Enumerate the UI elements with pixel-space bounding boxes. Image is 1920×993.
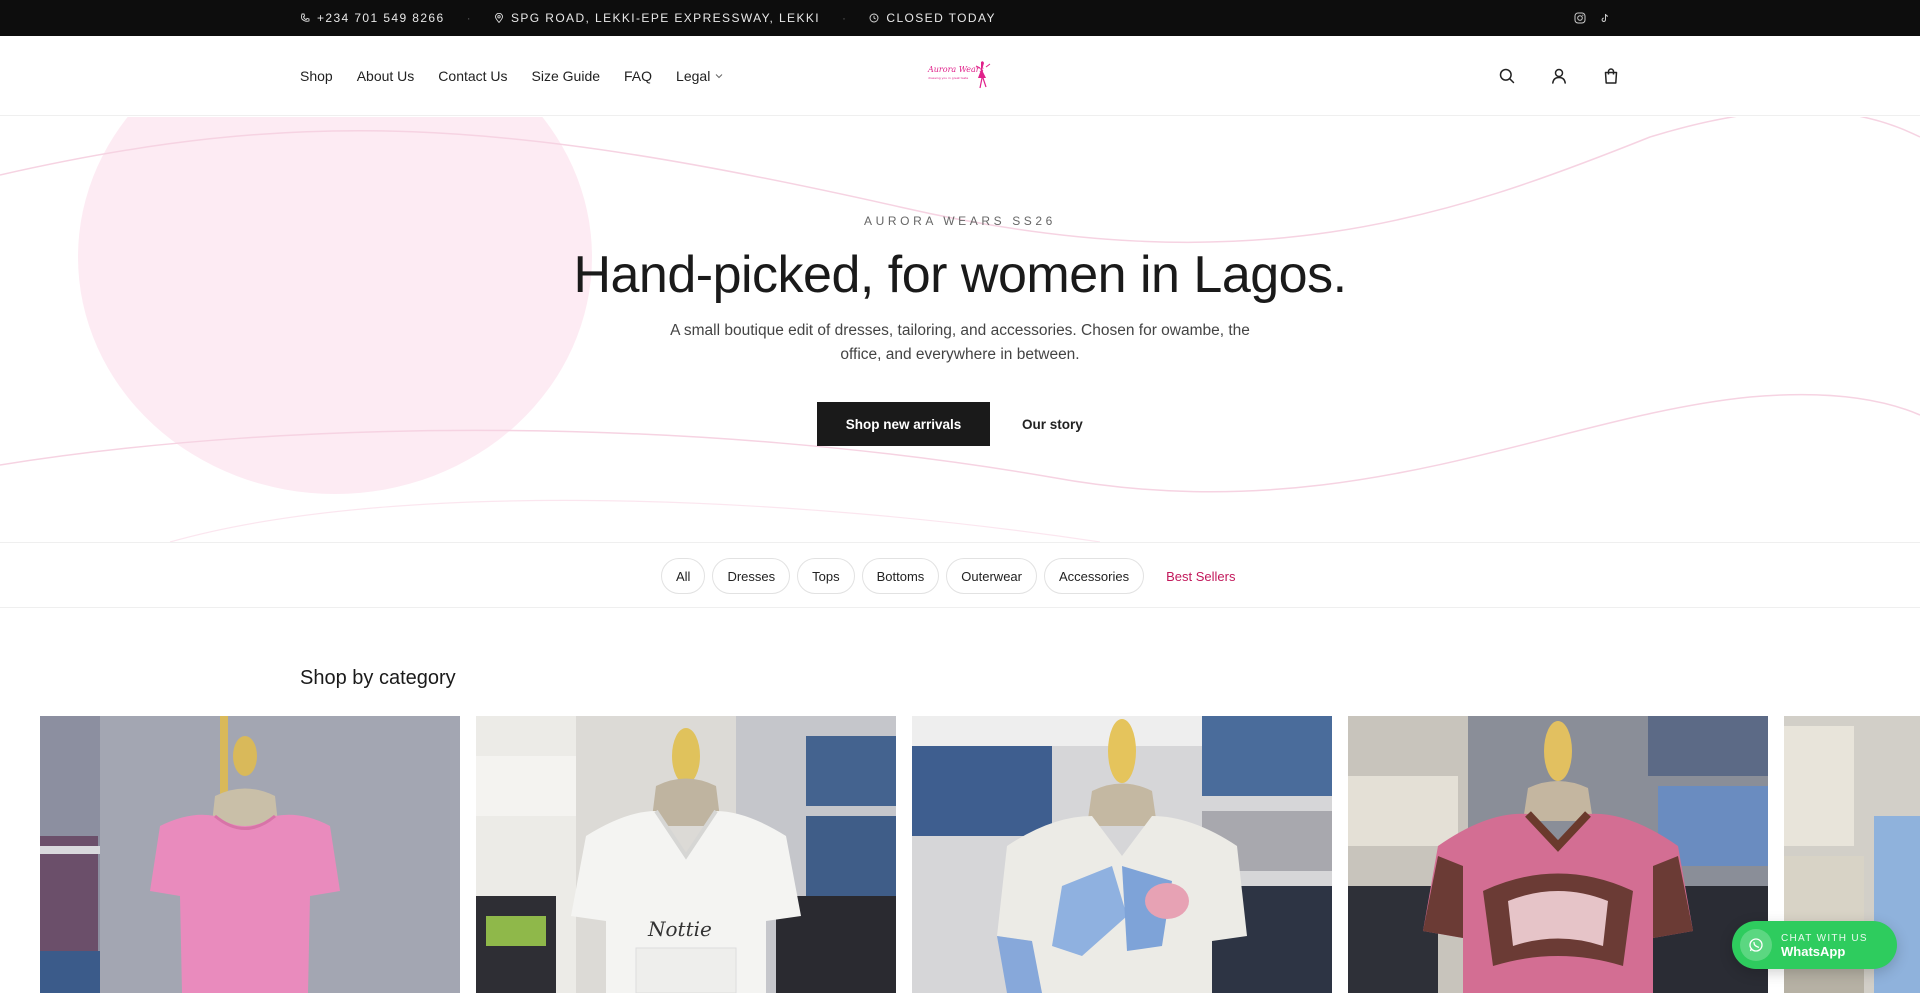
instagram-icon[interactable] [1574,12,1586,24]
clock-icon [869,13,879,23]
hours-info: CLOSED TODAY [869,11,996,25]
filter-outerwear[interactable]: Outerwear [946,558,1037,594]
filter-accessories[interactable]: Accessories [1044,558,1145,594]
nav-shop[interactable]: Shop [300,68,333,84]
filter-best-sellers[interactable]: Best Sellers [1151,558,1251,594]
store-hours: CLOSED TODAY [886,11,996,25]
filter-bottoms[interactable]: Bottoms [861,558,940,594]
logo-graphic: Aurora Wears dressing you in great taste [927,61,991,89]
nav-legal-label: Legal [676,68,711,84]
hero-section: AURORA WEARS SS26 Hand-picked, for women… [0,117,1920,542]
svg-text:dressing you in great taste: dressing you in great taste [928,76,968,80]
account-icon[interactable] [1550,67,1568,85]
our-story-link[interactable]: Our story [1010,402,1095,446]
nav-size-guide[interactable]: Size Guide [532,68,600,84]
category-carousel: Nottie [40,716,1920,993]
whatsapp-label: WhatsApp [1781,944,1846,959]
shop-new-arrivals-button[interactable]: Shop new arrivals [817,402,990,446]
store-address: SPG ROAD, LEKKI-EPE EXPRESSWAY, LEKKI [510,11,820,25]
separator-dot: · [466,11,472,25]
svg-text:Aurora Wears: Aurora Wears [927,65,984,74]
search-icon[interactable] [1498,67,1516,85]
hero-subtext: A small boutique edit of dresses, tailor… [670,322,1250,363]
white-jersey-image: Nottie [476,716,896,993]
top-info-bar: +234 701 549 8266 · SPG ROAD, LEKKI-EPE … [0,0,1920,36]
whatsapp-caption: CHAT WITH US [1781,933,1868,944]
site-header: Shop About Us Contact Us Size Guide FAQ … [0,36,1920,116]
hero-eyebrow: AURORA WEARS SS26 [864,214,1056,228]
svg-text:Nottie: Nottie [647,917,712,941]
pink-jersey-image [1348,716,1768,993]
category-filter-bar: All Dresses Tops Bottoms Outerwear Acces… [0,542,1920,608]
brand-logo[interactable]: Aurora Wears dressing you in great taste [926,56,996,92]
address-info: SPG ROAD, LEKKI-EPE EXPRESSWAY, LEKKI [494,11,820,25]
nav-faq[interactable]: FAQ [624,68,652,84]
filter-tops[interactable]: Tops [797,558,855,594]
location-pin-icon [495,13,503,23]
blue-white-jersey-image [912,716,1332,993]
chevron-down-icon [715,74,723,79]
phone-number[interactable]: +234 701 549 8266 [317,11,445,25]
nav-legal[interactable]: Legal [676,68,723,84]
pink-top-image [40,716,460,993]
separator-dot: · [842,11,848,25]
nav-about-us[interactable]: About Us [357,68,415,84]
phone-icon [301,13,310,22]
category-card[interactable] [40,716,460,993]
phone-info[interactable]: +234 701 549 8266 [300,11,445,25]
category-card[interactable] [1348,716,1768,993]
hero-headline: Hand-picked, for women in Lagos. [573,246,1347,304]
whatsapp-icon [1740,929,1772,961]
nav-contact-us[interactable]: Contact Us [438,68,507,84]
main-nav: Shop About Us Contact Us Size Guide FAQ … [300,36,723,116]
category-card[interactable] [912,716,1332,993]
shopping-bag-icon[interactable] [1602,67,1620,85]
whatsapp-chat-button[interactable]: CHAT WITH US WhatsApp [1732,921,1897,969]
filter-all[interactable]: All [661,558,706,594]
filter-dresses[interactable]: Dresses [712,558,791,594]
category-card[interactable]: Nottie [476,716,896,993]
tiktok-icon[interactable] [1600,13,1610,23]
section-title: Shop by category [300,667,456,689]
